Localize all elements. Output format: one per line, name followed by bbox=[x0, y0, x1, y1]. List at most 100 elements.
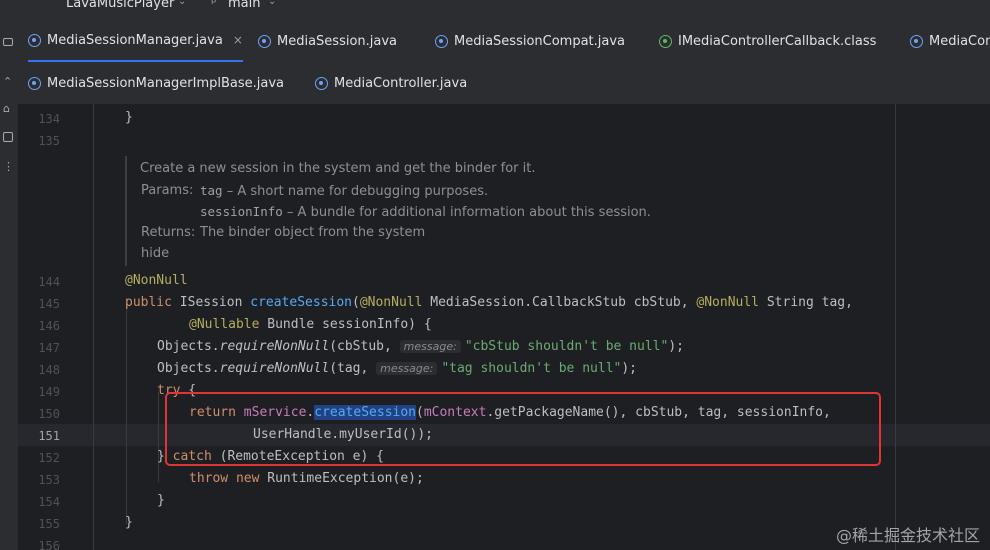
code-editor[interactable]: 134 135 144 145 146 147 148 149 150 151 … bbox=[18, 104, 990, 550]
code-token: RuntimeException(e); bbox=[259, 471, 424, 486]
code-line-155: } bbox=[125, 515, 133, 530]
code-token: MediaSession.CallbackStub cbStub, bbox=[422, 295, 697, 310]
java-class-icon bbox=[28, 76, 41, 90]
code-token: ); bbox=[668, 339, 684, 354]
code-token: } bbox=[157, 493, 165, 508]
code-token: createSession bbox=[250, 295, 352, 310]
project-name[interactable]: LavaMusicPlayer bbox=[66, 0, 174, 11]
tab-media-session[interactable]: MediaSession.java bbox=[258, 20, 397, 62]
code-token: ISession bbox=[171, 295, 251, 310]
code-token: @NonNull bbox=[696, 295, 760, 310]
indent-guide bbox=[93, 104, 94, 550]
code-token: throw bbox=[189, 471, 229, 486]
doc-hide: hide bbox=[141, 246, 170, 261]
code-token: public bbox=[125, 295, 172, 310]
code-token: String tag, bbox=[759, 295, 853, 310]
code-token: Objects. bbox=[157, 361, 220, 376]
code-line-145: public ISession createSession(@NonNull M… bbox=[125, 295, 853, 310]
line-number: 155 bbox=[38, 517, 60, 531]
branch-icon: ᵖ bbox=[211, 0, 217, 11]
more-tools-icon[interactable]: ⋮ bbox=[3, 160, 14, 173]
code-token: Objects. bbox=[157, 339, 220, 354]
tab-label: MediaSession.java bbox=[277, 33, 398, 49]
doc-returns-label: Returns: bbox=[141, 225, 196, 240]
ide-window: LavaMusicPlayer ⌄ ᵖ main ⌄ ⌃ ⌂ ⋮ MediaSe… bbox=[0, 0, 990, 550]
indent-guide bbox=[126, 304, 127, 524]
java-class-icon bbox=[28, 33, 41, 47]
param-name: tag bbox=[200, 183, 223, 198]
java-class-icon bbox=[315, 76, 328, 90]
line-number: 135 bbox=[38, 134, 60, 148]
interface-icon bbox=[659, 34, 672, 48]
doc-params-label: Params: bbox=[141, 183, 194, 198]
line-number: 148 bbox=[38, 363, 60, 377]
commit-tool-icon[interactable]: ⌃ bbox=[3, 75, 12, 88]
title-bar: LavaMusicPlayer ⌄ ᵖ main ⌄ bbox=[0, 0, 990, 20]
tab-media-session-compat[interactable]: MediaSessionCompat.java bbox=[435, 20, 625, 62]
param-desc: – A short name for debugging purposes. bbox=[222, 184, 489, 199]
doc-param-session-info: sessionInfo – A bundle for additional in… bbox=[200, 204, 651, 220]
java-class-icon bbox=[910, 34, 923, 48]
tab-label: MediaCon bbox=[929, 33, 990, 49]
code-token: ); bbox=[621, 361, 637, 376]
code-line-147: Objects.requireNonNull(cbStub, message: "… bbox=[157, 339, 684, 354]
code-line-134: } bbox=[125, 110, 133, 125]
project-tool-icon[interactable] bbox=[3, 38, 13, 46]
code-line-144: @NonNull bbox=[125, 273, 188, 288]
left-tool-strip: ⌃ ⌂ ⋮ bbox=[0, 20, 18, 550]
code-token: ( bbox=[352, 295, 360, 310]
code-token: @Nullable bbox=[189, 317, 260, 332]
tab-media-controller[interactable]: MediaController.java bbox=[315, 62, 467, 104]
close-icon[interactable]: × bbox=[233, 33, 243, 47]
code-token: @NonNull bbox=[125, 273, 188, 288]
code-token: Bundle sessionInfo) { bbox=[259, 317, 432, 332]
right-margin-guide bbox=[895, 104, 896, 550]
code-line-148: Objects.requireNonNull(tag, message: "tag… bbox=[157, 361, 637, 376]
code-line-146: @Nullable Bundle sessionInfo) { bbox=[189, 317, 432, 332]
chevron-down-icon[interactable]: ⌄ bbox=[178, 0, 186, 7]
line-number: 150 bbox=[38, 407, 60, 421]
line-number: 152 bbox=[38, 451, 60, 465]
line-number: 153 bbox=[38, 473, 60, 487]
code-token: requireNonNull bbox=[219, 361, 330, 376]
code-token: (tag, bbox=[329, 361, 377, 376]
tab-label: MediaController.java bbox=[334, 75, 468, 91]
tab-label: IMediaControllerCallback.class bbox=[678, 33, 877, 49]
indent-guide bbox=[158, 392, 159, 482]
code-token: new bbox=[228, 471, 260, 486]
parameter-hint: message: bbox=[376, 362, 438, 375]
doc-summary: Create a new session in the system and g… bbox=[140, 161, 536, 176]
watermark: @稀土掘金技术社区 bbox=[835, 526, 980, 545]
tab-label: MediaSessionManagerImplBase.java bbox=[47, 75, 285, 91]
line-number: 144 bbox=[38, 275, 60, 289]
branch-name[interactable]: main bbox=[228, 0, 260, 11]
tab-media-controller-cut[interactable]: MediaCon bbox=[910, 20, 990, 62]
line-number: 147 bbox=[38, 341, 60, 355]
code-token: requireNonNull bbox=[219, 339, 330, 354]
line-number: 149 bbox=[38, 385, 60, 399]
code-line-153: throw new RuntimeException(e); bbox=[189, 471, 424, 486]
tab-label: MediaSessionCompat.java bbox=[454, 33, 626, 49]
doc-param-tag: tag – A short name for debugging purpose… bbox=[200, 183, 488, 199]
code-token: @NonNull bbox=[359, 295, 423, 310]
code-token: (cbStub, bbox=[329, 339, 400, 354]
tab-media-session-manager-impl-base[interactable]: MediaSessionManagerImplBase.java bbox=[28, 62, 284, 104]
doc-returns-desc: The binder object from the system bbox=[200, 225, 426, 240]
line-number: 145 bbox=[38, 297, 60, 311]
param-desc: – A bundle for additional information ab… bbox=[282, 205, 651, 220]
chevron-down-icon[interactable]: ⌄ bbox=[268, 0, 276, 7]
vcs-tool-icon[interactable] bbox=[3, 132, 13, 142]
code-token: "tag shouldn't be null" bbox=[441, 361, 622, 376]
tab-imedia-controller-callback[interactable]: IMediaControllerCallback.class bbox=[659, 20, 876, 62]
line-number: 154 bbox=[38, 495, 60, 509]
code-line-154: } bbox=[157, 493, 165, 508]
line-number: 134 bbox=[38, 112, 60, 126]
tab-media-session-manager[interactable]: MediaSessionManager.java × bbox=[28, 20, 243, 62]
structure-tool-icon[interactable]: ⌂ bbox=[3, 102, 10, 115]
editor-tabs-row-1: MediaSessionManager.java × MediaSession.… bbox=[18, 20, 990, 63]
red-highlight-box bbox=[165, 392, 881, 466]
line-number: 156 bbox=[38, 539, 60, 550]
editor-tabs-row-2: MediaSessionManagerImplBase.java MediaCo… bbox=[18, 62, 990, 105]
rendered-javadoc: Create a new session in the system and g… bbox=[125, 156, 827, 266]
line-number: 146 bbox=[38, 319, 60, 333]
